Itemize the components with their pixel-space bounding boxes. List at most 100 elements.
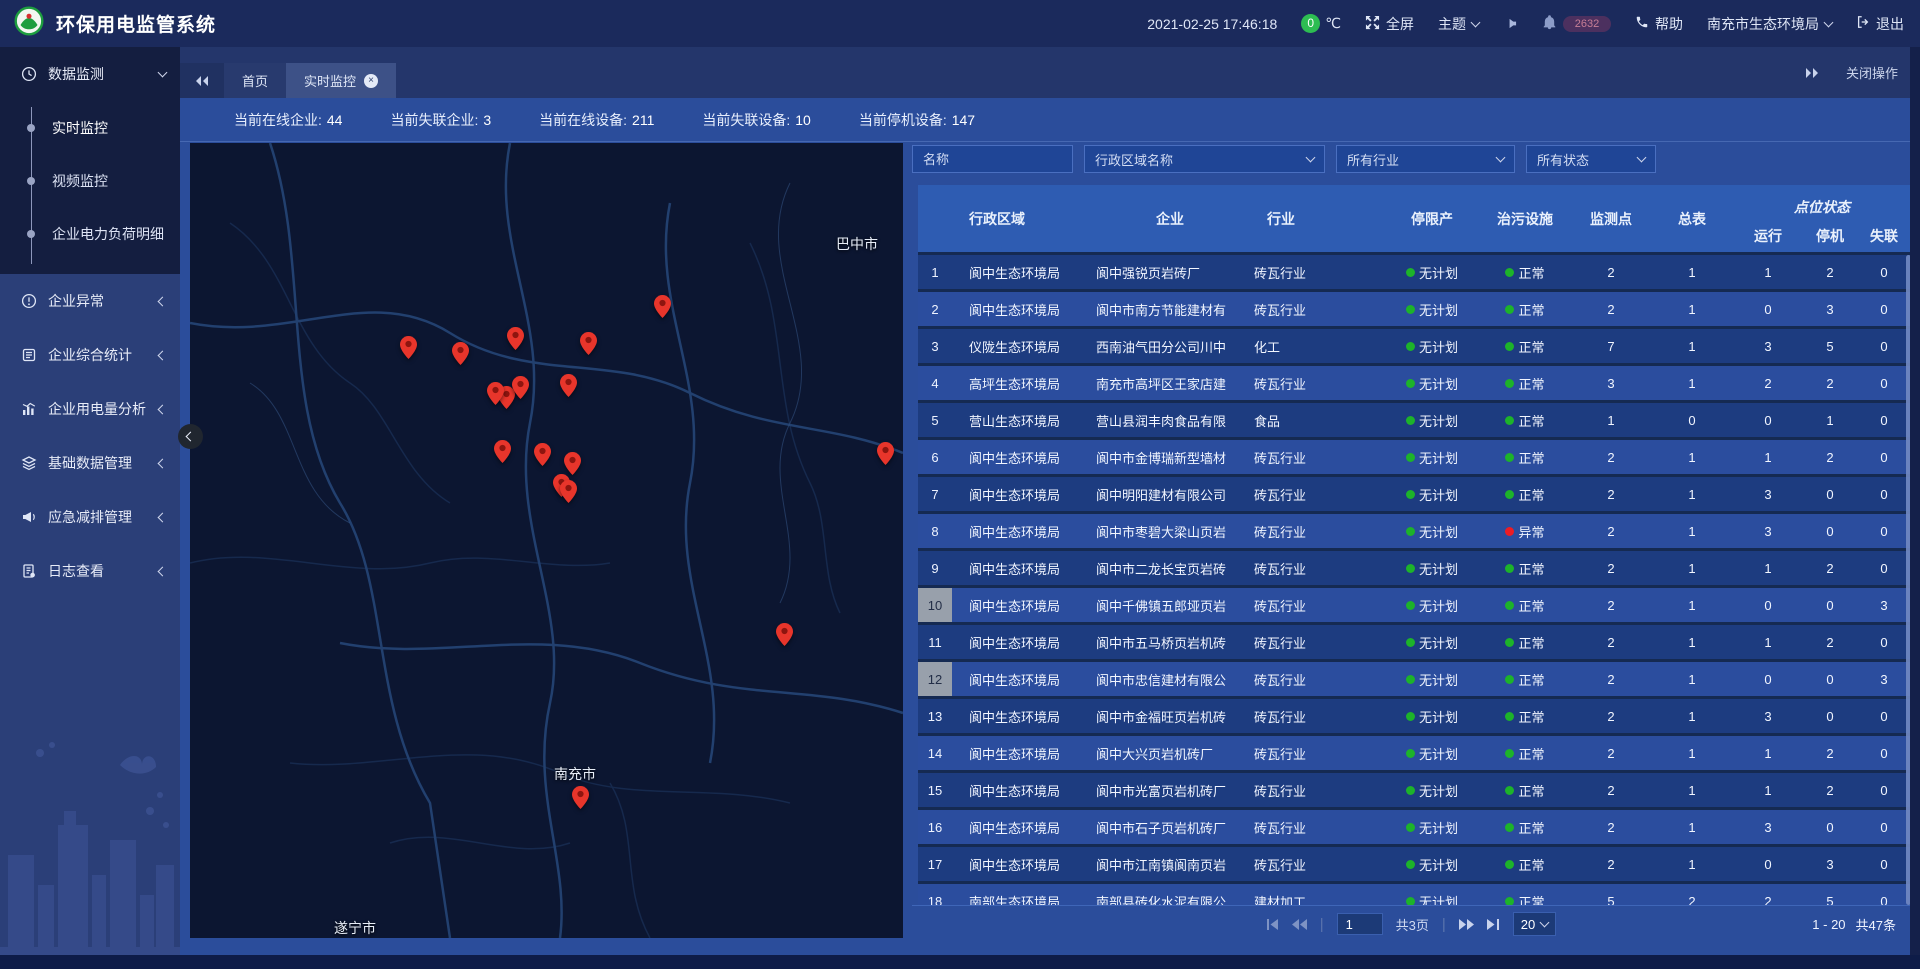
- cell-limit-status: 无计划: [1386, 810, 1478, 844]
- sidebar-collapse-button[interactable]: [178, 424, 203, 449]
- industry-select[interactable]: 所有行业: [1336, 145, 1515, 173]
- map-pin[interactable]: [452, 342, 469, 365]
- stat-value: 44: [327, 112, 343, 128]
- map-pin[interactable]: [507, 327, 524, 350]
- cell-industry: 砖瓦行业: [1250, 292, 1386, 326]
- help-button[interactable]: 帮助: [1635, 14, 1683, 34]
- tab-close-icon[interactable]: ×: [364, 74, 378, 88]
- map-pin[interactable]: [512, 376, 529, 399]
- table-row[interactable]: 11阆中生态环境局阆中市五马桥页岩机砖砖瓦行业无计划正常21120: [918, 625, 1910, 662]
- gauge-icon: [20, 66, 38, 82]
- sidebar-item[interactable]: 企业综合统计: [0, 328, 180, 382]
- map-pin[interactable]: [877, 442, 894, 465]
- table-row[interactable]: 18南部生态环境局南部县砖化水泥有限公建材加工无计划正常52250: [918, 884, 1910, 905]
- map-pin[interactable]: [560, 374, 577, 397]
- sidebar-subitem[interactable]: 企业电力负荷明细: [0, 207, 180, 260]
- sidebar-item[interactable]: 日志查看: [0, 544, 180, 598]
- sidebar-subitem[interactable]: 实时监控: [0, 101, 180, 154]
- cell-row-number: 4: [918, 366, 952, 400]
- status-dot-icon: [1406, 860, 1415, 869]
- map-panel[interactable]: 巴中市南充市遂宁市: [190, 143, 903, 938]
- sidebar-item[interactable]: 企业用电量分析: [0, 382, 180, 436]
- last-page-icon[interactable]: [1487, 919, 1500, 930]
- theme-dropdown[interactable]: 主题: [1438, 14, 1479, 34]
- map-pin[interactable]: [654, 295, 671, 318]
- table-row[interactable]: 17阆中生态环境局阆中市江南镇阆南页岩砖瓦行业无计划正常21030: [918, 847, 1910, 884]
- sidebar-subitem[interactable]: 视频监控: [0, 154, 180, 207]
- map-pin[interactable]: [534, 443, 551, 466]
- table-row[interactable]: 3仪陇生态环境局西南油气田分公司川中化工无计划正常71350: [918, 329, 1910, 366]
- cell-meters: 1: [1650, 292, 1734, 326]
- page-input[interactable]: 1: [1337, 913, 1383, 935]
- table-row[interactable]: 8阆中生态环境局阆中市枣碧大梁山页岩砖瓦行业无计划异常21300: [918, 514, 1910, 551]
- cell-limit-status: 无计划: [1386, 403, 1478, 437]
- table-row[interactable]: 2阆中生态环境局阆中市南方节能建材有砖瓦行业无计划正常21030: [918, 292, 1910, 329]
- cell-facility-status: 正常: [1478, 736, 1572, 770]
- table-row[interactable]: 4高坪生态环境局南充市高坪区王家店建砖瓦行业无计划正常31220: [918, 366, 1910, 403]
- table-row[interactable]: 9阆中生态环境局阆中市二龙长宝页岩砖砖瓦行业无计划正常21120: [918, 551, 1910, 588]
- alert-icon: [20, 293, 38, 309]
- speaker-icon[interactable]: [1503, 17, 1518, 30]
- cell-lost: 0: [1858, 366, 1910, 400]
- status-select[interactable]: 所有状态: [1526, 145, 1656, 173]
- map-pin[interactable]: [494, 440, 511, 463]
- col-facility: 治污设施: [1478, 185, 1572, 252]
- page-scrollbar-track[interactable]: [1910, 47, 1920, 969]
- map-pin[interactable]: [580, 332, 597, 355]
- table-row[interactable]: 13阆中生态环境局阆中市金福旺页岩机砖砖瓦行业无计划正常21300: [918, 699, 1910, 736]
- map-pin[interactable]: [564, 452, 581, 475]
- table-row[interactable]: 15阆中生态环境局阆中市光富页岩机砖厂砖瓦行业无计划正常21120: [918, 773, 1910, 810]
- table-row[interactable]: 7阆中生态环境局阆中明阳建材有限公司砖瓦行业无计划正常21300: [918, 477, 1910, 514]
- table-row[interactable]: 14阆中生态环境局阆中大兴页岩机砖厂砖瓦行业无计划正常21120: [918, 736, 1910, 773]
- org-dropdown[interactable]: 南充市生态环境局: [1707, 14, 1832, 34]
- map-pin[interactable]: [776, 623, 793, 646]
- table-row[interactable]: 5营山生态环境局营山县润丰肉食品有限食品无计划正常10010: [918, 403, 1910, 440]
- cell-run: 1: [1734, 625, 1802, 659]
- cell-facility-status: 正常: [1478, 292, 1572, 326]
- stat-value: 147: [952, 112, 975, 128]
- cell-lost: 0: [1858, 477, 1910, 511]
- cell-points: 2: [1572, 847, 1650, 881]
- table-row[interactable]: 6阆中生态环境局阆中市金博瑞新型墙材砖瓦行业无计划正常21120: [918, 440, 1910, 477]
- table-row[interactable]: 10阆中生态环境局阆中千佛镇五郎垭页岩砖瓦行业无计划正常21003: [918, 588, 1910, 625]
- map-pin[interactable]: [487, 382, 504, 405]
- page-size-select[interactable]: 20: [1513, 912, 1556, 936]
- table-row[interactable]: 12阆中生态环境局阆中市忠信建材有限公砖瓦行业无计划正常21003: [918, 662, 1910, 699]
- chevron-down-icon: [1540, 918, 1550, 928]
- cell-industry: 砖瓦行业: [1250, 736, 1386, 770]
- sidebar-item[interactable]: 基础数据管理: [0, 436, 180, 490]
- tab-realtime-monitor[interactable]: 实时监控 ×: [286, 63, 396, 98]
- sidebar-item[interactable]: 数据监测: [0, 47, 180, 101]
- close-operations-button[interactable]: 关闭操作: [1846, 63, 1898, 82]
- cell-industry: 砖瓦行业: [1250, 551, 1386, 585]
- sidebar-item[interactable]: 企业异常: [0, 274, 180, 328]
- fullscreen-button[interactable]: 全屏: [1365, 14, 1414, 34]
- next-page-icon[interactable]: [1459, 919, 1474, 930]
- map-pin[interactable]: [572, 786, 589, 809]
- map-pin[interactable]: [400, 336, 417, 359]
- cell-points: 2: [1572, 662, 1650, 696]
- sidebar-item[interactable]: 应急减排管理: [0, 490, 180, 544]
- tab-scroll-left-icon[interactable]: [180, 63, 224, 98]
- cell-stop: 2: [1802, 440, 1858, 474]
- notification-bell[interactable]: 2632: [1542, 15, 1611, 33]
- prev-page-icon[interactable]: [1292, 919, 1307, 930]
- tab-home[interactable]: 首页: [224, 63, 286, 98]
- region-select[interactable]: 行政区域名称: [1084, 145, 1325, 173]
- cell-stop: 0: [1802, 588, 1858, 622]
- cell-stop: 3: [1802, 847, 1858, 881]
- first-page-icon[interactable]: [1266, 919, 1279, 930]
- tab-scroll-right-icon[interactable]: [1804, 67, 1820, 79]
- cell-stop: 2: [1802, 366, 1858, 400]
- stat-item: 当前失联设备:10: [702, 110, 810, 130]
- name-search-input[interactable]: [912, 145, 1073, 173]
- tab-bar: 首页 实时监控 × 关闭操作: [180, 47, 1910, 98]
- total-pages-label: 共3页: [1396, 915, 1429, 934]
- map-pin[interactable]: [560, 480, 577, 503]
- cell-company: 阆中市枣碧大梁山页岩: [1090, 514, 1250, 548]
- bottom-edge: [0, 955, 1920, 969]
- exit-button[interactable]: 退出: [1856, 14, 1904, 34]
- cell-run: 0: [1734, 403, 1802, 437]
- table-row[interactable]: 1阆中生态环境局阆中强锐页岩砖厂砖瓦行业无计划正常21120: [918, 255, 1910, 292]
- table-row[interactable]: 16阆中生态环境局阆中市石子页岩机砖厂砖瓦行业无计划正常21300: [918, 810, 1910, 847]
